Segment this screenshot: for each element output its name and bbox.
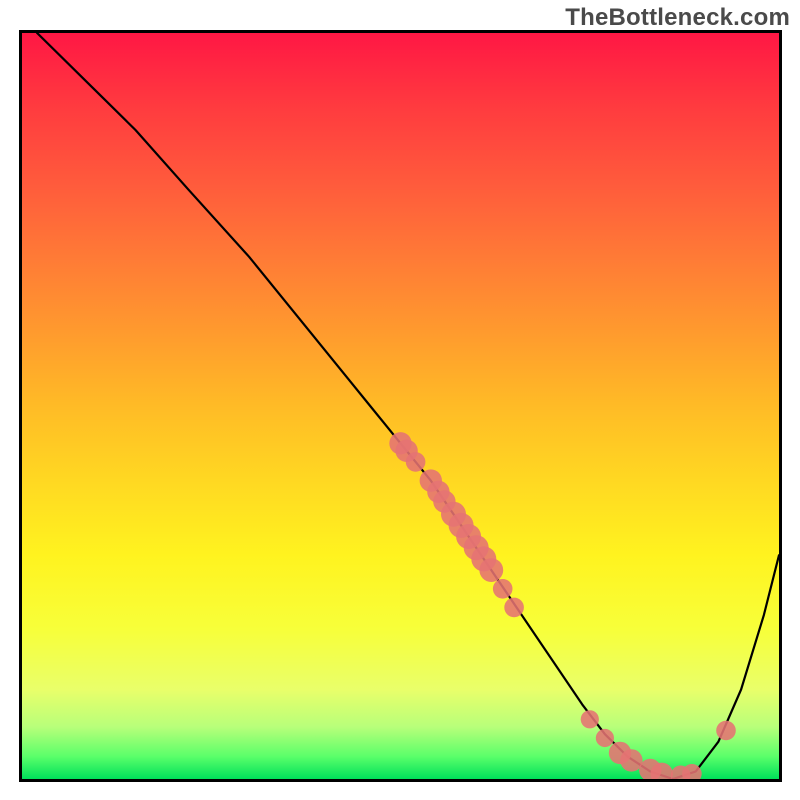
data-marker [406,452,426,472]
attribution-text: TheBottleneck.com [565,4,790,32]
data-marker [581,710,599,728]
plot-area [19,30,782,782]
data-marker [493,579,513,599]
data-marker [716,721,736,741]
data-marker [479,558,503,582]
bottleneck-curve-line [37,33,779,779]
bottleneck-curve-svg [22,33,779,779]
data-marker-layer [389,432,736,779]
chart-stage: TheBottleneck.com [0,0,800,800]
data-marker [596,729,614,747]
data-marker [504,598,524,618]
